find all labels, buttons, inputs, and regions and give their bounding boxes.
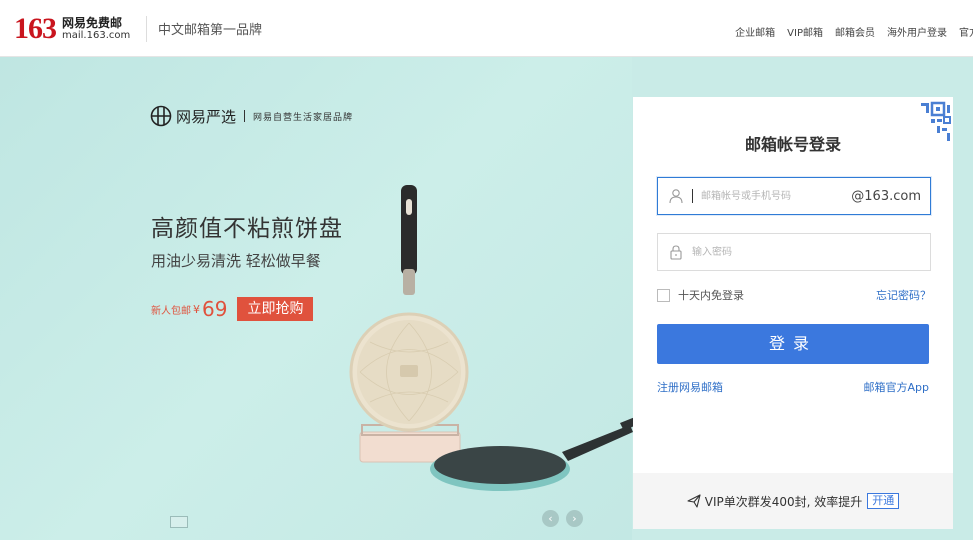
price-row: 新人包邮 ¥ 69 立即抢购 bbox=[151, 297, 314, 321]
promo-banner[interactable]: 网易严选 网易自营生活家居品牌 高颜值不粘煎饼盘 用油少易清洗 轻松做早餐 新人… bbox=[0, 57, 640, 540]
pan-product-image bbox=[349, 185, 640, 491]
prev-slide-icon[interactable]: ‹ bbox=[542, 510, 559, 527]
yanxuan-separator bbox=[244, 110, 246, 122]
promo-price: 69 bbox=[202, 297, 228, 321]
header-slogan: 中文邮箱第一品牌 bbox=[158, 23, 263, 38]
account-field[interactable]: @163.com bbox=[657, 177, 931, 215]
new-user-label: 新人包邮 bbox=[151, 305, 191, 317]
login-button[interactable]: 登录 bbox=[657, 324, 929, 364]
remember-label: 十天内免登录 bbox=[678, 289, 744, 302]
links-row: 注册网易邮箱 邮箱官方App bbox=[657, 379, 929, 395]
vip-promo-footer: VIP单次群发400封, 效率提升 开通 bbox=[633, 473, 953, 529]
yanxuan-logo-icon bbox=[150, 105, 172, 127]
promo-subline: 用油少易清洗 轻松做早餐 bbox=[151, 252, 321, 270]
logo-number: 163 bbox=[14, 12, 57, 45]
logo-url: mail.163.com bbox=[62, 30, 131, 41]
open-vip-button[interactable]: 开通 bbox=[867, 493, 900, 509]
domain-suffix: @163.com bbox=[851, 188, 921, 204]
official-app-link[interactable]: 邮箱官方App bbox=[864, 379, 930, 395]
remember-row: 十天内免登录 忘记密码？ bbox=[657, 287, 931, 303]
paper-plane-icon bbox=[687, 494, 701, 508]
currency-symbol: ¥ bbox=[193, 302, 200, 316]
top-header: 163 网易免费邮 mail.163.com 中文邮箱第一品牌 企业邮箱 VIP… bbox=[0, 0, 973, 57]
account-input[interactable] bbox=[693, 178, 852, 214]
password-input[interactable] bbox=[684, 234, 930, 270]
register-link[interactable]: 注册网易邮箱 bbox=[657, 379, 723, 395]
nav-vip-mail[interactable]: VIP邮箱 bbox=[787, 24, 823, 39]
forgot-password-link[interactable]: 忘记密码？ bbox=[876, 287, 931, 303]
slide-thumbnail-icon[interactable] bbox=[170, 516, 188, 528]
site-logo[interactable]: 163 网易免费邮 mail.163.com bbox=[14, 14, 130, 44]
nav-overseas-login[interactable]: 海外用户登录 bbox=[887, 24, 947, 39]
lock-icon bbox=[670, 245, 682, 260]
promo-headline: 高颜值不粘煎饼盘 bbox=[151, 216, 343, 242]
yanxuan-name: 网易严选 bbox=[176, 107, 237, 126]
nav-official[interactable]: 官方 bbox=[959, 24, 973, 39]
vip-promo-text: VIP单次群发400封, 效率提升 bbox=[704, 494, 863, 509]
remember-checkbox[interactable] bbox=[657, 288, 670, 302]
login-title: 邮箱帐号登录 bbox=[744, 135, 841, 154]
slide-controls: ‹ › bbox=[542, 510, 583, 527]
header-divider bbox=[146, 16, 147, 42]
yanxuan-brand: 网易严选 网易自营生活家居品牌 bbox=[150, 105, 353, 127]
top-nav: 企业邮箱 VIP邮箱 邮箱会员 海外用户登录 官方 bbox=[735, 24, 973, 39]
user-icon bbox=[669, 189, 683, 204]
remember-me[interactable]: 十天内免登录 bbox=[657, 287, 744, 303]
next-slide-icon[interactable]: › bbox=[566, 510, 583, 527]
password-field[interactable] bbox=[657, 233, 931, 271]
logo-name: 网易免费邮 bbox=[62, 16, 123, 30]
buy-now-button[interactable]: 立即抢购 bbox=[237, 297, 314, 321]
nav-membership[interactable]: 邮箱会员 bbox=[835, 24, 875, 39]
yanxuan-tagline: 网易自营生活家居品牌 bbox=[253, 112, 354, 123]
login-card: 邮箱帐号登录 @163.com 十天内免登录 忘记密码？ 登录 注册网易邮箱 邮… bbox=[633, 97, 953, 529]
nav-enterprise-mail[interactable]: 企业邮箱 bbox=[735, 24, 775, 39]
